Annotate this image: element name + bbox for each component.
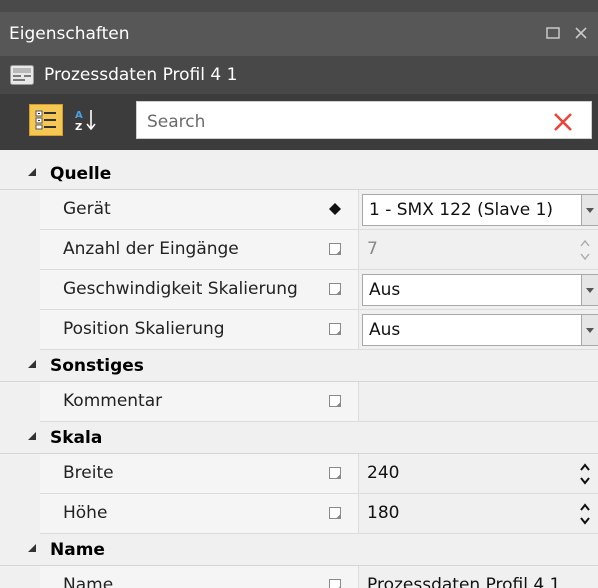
anzahl-value: 7 bbox=[367, 239, 378, 259]
geschwindigkeit-combobox[interactable]: Aus bbox=[362, 274, 582, 306]
position-combobox[interactable]: Aus bbox=[362, 314, 582, 346]
value-source-square-icon[interactable] bbox=[328, 466, 342, 480]
position-dropdown-button[interactable] bbox=[582, 314, 598, 346]
category-label: Quelle bbox=[50, 164, 112, 184]
property-name-cell: Breite bbox=[40, 454, 358, 494]
hoehe-value-cell[interactable]: 180 bbox=[358, 494, 598, 534]
alphabetical-sort-button[interactable]: A Z bbox=[69, 104, 103, 136]
value-source-square-icon[interactable] bbox=[328, 394, 342, 408]
kommentar-value-cell[interactable] bbox=[358, 382, 598, 422]
property-name-cell: Geschwindigkeit Skalierung bbox=[40, 270, 358, 310]
property-row-geschwindigkeit: Geschwindigkeit Skalierung Aus bbox=[0, 270, 598, 310]
property-name-cell: Anzahl der Eingänge bbox=[40, 230, 358, 270]
value-source-square-icon[interactable] bbox=[328, 242, 342, 256]
properties-panel: Eigenschaften Prozessdaten Profil 4 1 A … bbox=[0, 0, 598, 588]
property-row-name: Name Prozessdaten Profil 4 1 bbox=[0, 566, 598, 588]
chevron-down-icon bbox=[586, 207, 594, 213]
name-value: Prozessdaten Profil 4 1 bbox=[367, 575, 561, 588]
property-row-anzahl: Anzahl der Eingänge 7 bbox=[0, 230, 598, 270]
chevron-down-icon bbox=[586, 327, 594, 333]
category-skala[interactable]: Skala bbox=[0, 422, 598, 454]
category-label: Name bbox=[50, 540, 105, 560]
spinner-disabled-icon bbox=[580, 239, 590, 261]
spinner-icon[interactable] bbox=[578, 460, 592, 488]
property-label: Name bbox=[63, 575, 114, 588]
geraet-combobox[interactable]: 1 - SMX 122 (Slave 1) bbox=[362, 194, 582, 226]
property-row-geraet: Gerät 1 - SMX 122 (Slave 1) bbox=[0, 190, 598, 230]
close-icon[interactable] bbox=[572, 24, 590, 42]
property-name-cell: Gerät bbox=[40, 190, 358, 230]
property-name-cell: Position Skalierung bbox=[40, 310, 358, 350]
collapse-arrow-icon[interactable] bbox=[27, 167, 37, 177]
svg-text:Z: Z bbox=[75, 122, 82, 133]
search-box[interactable] bbox=[136, 101, 592, 139]
value-source-square-icon[interactable] bbox=[328, 506, 342, 520]
property-value-cell: 1 - SMX 122 (Slave 1) bbox=[358, 190, 598, 230]
window-buttons bbox=[544, 24, 590, 42]
property-label: Kommentar bbox=[63, 391, 163, 411]
property-label: Anzahl der Eingänge bbox=[63, 239, 239, 259]
category-name[interactable]: Name bbox=[0, 534, 598, 566]
category-quelle[interactable]: Quelle bbox=[0, 158, 598, 190]
category-sonstiges[interactable]: Sonstiges bbox=[0, 350, 598, 382]
geschwindigkeit-value: Aus bbox=[369, 280, 401, 300]
category-label: Skala bbox=[50, 428, 103, 448]
collapse-arrow-icon[interactable] bbox=[27, 543, 37, 553]
value-source-square-icon[interactable] bbox=[328, 282, 342, 296]
property-value-cell: 7 bbox=[358, 230, 598, 270]
breite-value: 240 bbox=[367, 463, 400, 483]
property-label: Gerät bbox=[63, 199, 111, 219]
name-value-cell[interactable]: Prozessdaten Profil 4 1 bbox=[358, 566, 598, 588]
property-label: Geschwindigkeit Skalierung bbox=[63, 279, 298, 299]
hoehe-value: 180 bbox=[367, 503, 400, 523]
value-source-diamond-icon[interactable] bbox=[328, 202, 342, 216]
clear-search-icon[interactable] bbox=[551, 110, 575, 134]
property-label: Höhe bbox=[63, 503, 108, 523]
property-value-cell: Aus bbox=[358, 270, 598, 310]
collapse-arrow-icon[interactable] bbox=[27, 359, 37, 369]
spinner-icon[interactable] bbox=[578, 500, 592, 528]
process-data-icon bbox=[10, 65, 34, 85]
value-source-square-icon[interactable] bbox=[328, 322, 342, 336]
property-name-cell: Kommentar bbox=[40, 382, 358, 422]
property-grid: Quelle Gerät 1 - SMX 122 (Slave 1) Anzah… bbox=[0, 150, 598, 588]
geraet-dropdown-button[interactable] bbox=[582, 194, 598, 226]
property-label: Position Skalierung bbox=[63, 319, 225, 339]
sort-az-icon: A Z bbox=[75, 110, 96, 133]
property-name-cell: Name bbox=[40, 566, 358, 588]
chevron-down-icon bbox=[586, 287, 594, 293]
property-row-breite: Breite 240 bbox=[0, 454, 598, 494]
property-row-hoehe: Höhe 180 bbox=[0, 494, 598, 534]
property-name-cell: Höhe bbox=[40, 494, 358, 534]
categorized-view-button[interactable] bbox=[29, 104, 63, 136]
selected-object-name: Prozessdaten Profil 4 1 bbox=[44, 65, 238, 85]
properties-toolbar: A Z bbox=[0, 94, 598, 150]
value-source-square-icon[interactable] bbox=[328, 578, 342, 588]
maximize-icon[interactable] bbox=[544, 24, 562, 42]
property-value-cell: Aus bbox=[358, 310, 598, 350]
categorized-icon bbox=[35, 110, 56, 130]
search-input[interactable] bbox=[145, 109, 529, 135]
category-label: Sonstiges bbox=[50, 356, 144, 376]
property-row-position: Position Skalierung Aus bbox=[0, 310, 598, 350]
panel-title: Eigenschaften bbox=[9, 24, 130, 44]
breite-value-cell[interactable]: 240 bbox=[358, 454, 598, 494]
selected-object-bar: Prozessdaten Profil 4 1 bbox=[0, 56, 598, 94]
svg-text:A: A bbox=[75, 110, 83, 121]
panel-top-border bbox=[0, 0, 598, 12]
property-row-kommentar: Kommentar bbox=[0, 382, 598, 422]
geraet-value: 1 - SMX 122 (Slave 1) bbox=[369, 200, 554, 220]
panel-title-bar[interactable]: Eigenschaften bbox=[0, 12, 598, 56]
property-label: Breite bbox=[63, 463, 114, 483]
geschwindigkeit-dropdown-button[interactable] bbox=[582, 274, 598, 306]
collapse-arrow-icon[interactable] bbox=[27, 431, 37, 441]
position-value: Aus bbox=[369, 320, 401, 340]
